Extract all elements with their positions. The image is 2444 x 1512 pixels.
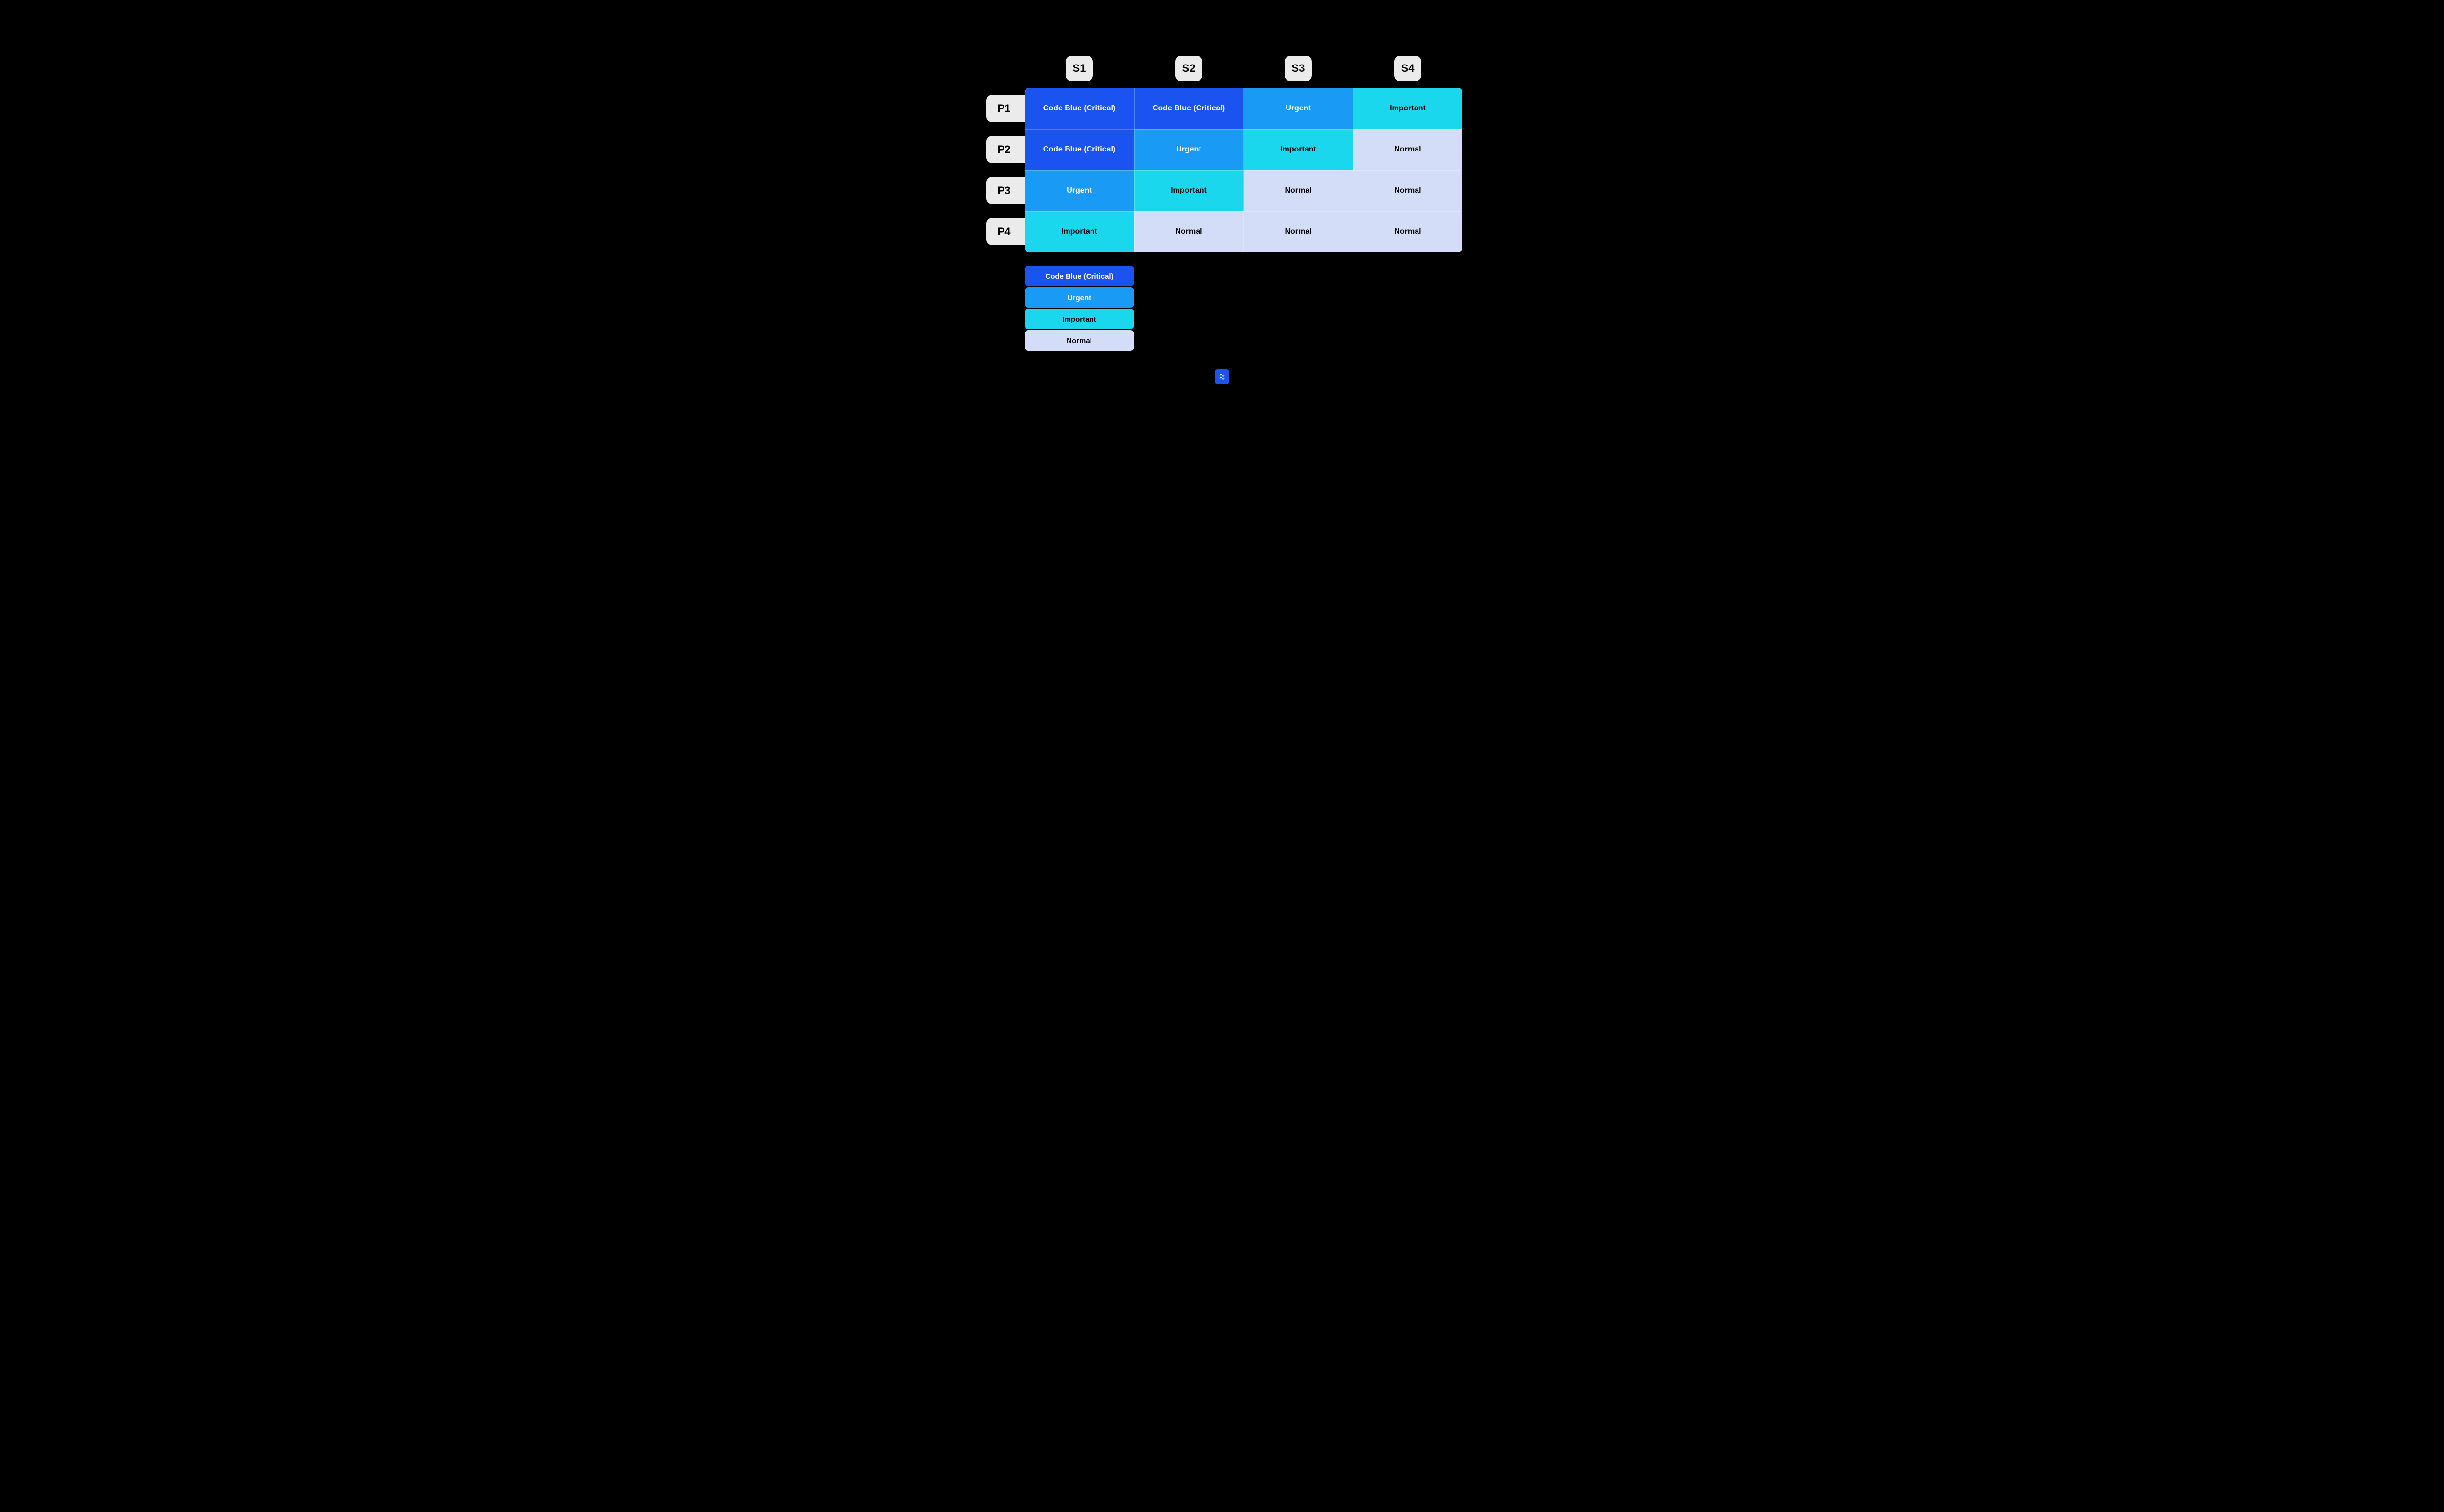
priority-severity-matrix: S1 S2 S3 S4 P1 Code Blue (Critical) Code… bbox=[982, 59, 1462, 252]
row-badge: P2 bbox=[986, 136, 1025, 163]
matrix-cell: Important bbox=[1134, 170, 1244, 211]
matrix-cell: Normal bbox=[1353, 211, 1462, 252]
legend: Code Blue (Critical) Urgent Important No… bbox=[1025, 266, 1134, 352]
matrix-cell: Important bbox=[1353, 88, 1462, 129]
matrix-cell: Normal bbox=[1134, 211, 1244, 252]
row-badge: P3 bbox=[986, 177, 1025, 204]
legend-item-normal: Normal bbox=[1025, 330, 1134, 351]
row-header: P1 bbox=[982, 88, 1025, 129]
matrix-cell: Code Blue (Critical) bbox=[1025, 129, 1134, 170]
col-header: S4 bbox=[1353, 59, 1462, 88]
col-badge: S3 bbox=[1285, 56, 1312, 81]
matrix-cell: Important bbox=[1244, 129, 1353, 170]
row-header: P4 bbox=[982, 211, 1025, 252]
legend-item-urgent: Urgent bbox=[1025, 287, 1134, 308]
matrix-cell: Normal bbox=[1244, 211, 1353, 252]
matrix-cell: Urgent bbox=[1244, 88, 1353, 129]
matrix-cell: Normal bbox=[1353, 129, 1462, 170]
row-badge: P1 bbox=[986, 95, 1025, 122]
legend-item-critical: Code Blue (Critical) bbox=[1025, 266, 1134, 286]
row-header: P3 bbox=[982, 170, 1025, 211]
col-header: S2 bbox=[1134, 59, 1244, 88]
col-badge: S2 bbox=[1175, 56, 1202, 81]
legend-item-important: Important bbox=[1025, 309, 1134, 329]
col-badge: S4 bbox=[1394, 56, 1421, 81]
matrix-cell: Normal bbox=[1353, 170, 1462, 211]
col-header: S1 bbox=[1025, 59, 1134, 88]
col-badge: S1 bbox=[1066, 56, 1093, 81]
matrix-cell: Code Blue (Critical) bbox=[1134, 88, 1244, 129]
col-header: S3 bbox=[1244, 59, 1353, 88]
matrix-cell: Urgent bbox=[1025, 170, 1134, 211]
matrix-cell: Important bbox=[1025, 211, 1134, 252]
matrix-cell: Urgent bbox=[1134, 129, 1244, 170]
shortcut-logo-icon bbox=[1215, 369, 1229, 384]
matrix-corner bbox=[982, 59, 1025, 88]
matrix-cell: Code Blue (Critical) bbox=[1025, 88, 1134, 129]
matrix-cell: Normal bbox=[1244, 170, 1353, 211]
row-badge: P4 bbox=[986, 218, 1025, 245]
row-header: P2 bbox=[982, 129, 1025, 170]
